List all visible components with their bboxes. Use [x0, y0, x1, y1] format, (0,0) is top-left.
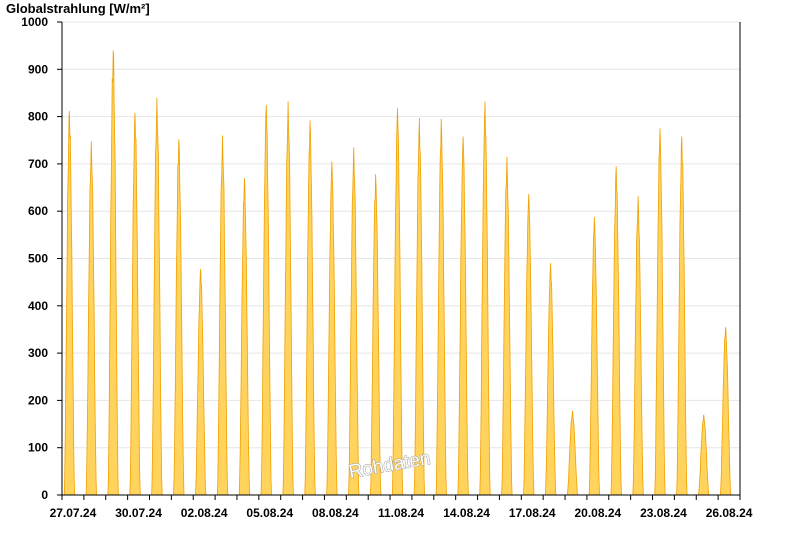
y-tick-label: 1000	[21, 15, 48, 29]
x-axis-ticks: 27.07.24 30.07.24 02.08.24 05.08.24 08.08.24…	[50, 495, 753, 520]
day-area-10.08.24	[369, 174, 382, 496]
day-area-22.08.24	[632, 196, 644, 496]
day-area-18.08.24	[544, 263, 557, 496]
day-area-28.07.24	[85, 141, 98, 496]
x-tick-label: 02.08.24	[181, 506, 228, 520]
day-area-04.08.24	[238, 178, 251, 496]
x-tick-label: 05.08.24	[246, 506, 293, 520]
day-area-15.08.24	[479, 101, 491, 496]
day-area-17.08.24	[523, 194, 535, 496]
day-area-06.08.24	[282, 101, 294, 496]
y-tick-label: 800	[28, 110, 48, 124]
y-tick-label: 600	[28, 204, 48, 218]
y-tick-label: 700	[28, 157, 48, 171]
day-area-14.08.24	[457, 136, 469, 496]
y-axis-ticks: 0 100 200 300 400 500 600 700 800 900 1000	[21, 15, 62, 502]
y-tick-label: 500	[28, 252, 48, 266]
day-area-13.08.24	[435, 118, 447, 496]
x-tick-label: 11.08.24	[378, 506, 424, 520]
day-area-11.08.24	[391, 108, 404, 496]
day-area-27.07.24	[63, 110, 76, 496]
x-tick-label: 30.07.24	[115, 506, 162, 520]
day-area-09.08.24	[348, 147, 360, 496]
day-area-12.08.24	[413, 117, 426, 496]
x-tick-label: 26.08.24	[706, 506, 753, 520]
x-tick-label: 17.08.24	[509, 506, 556, 520]
day-area-02.08.24	[194, 268, 207, 496]
y-tick-label: 200	[28, 393, 48, 407]
day-area-19.08.24	[566, 410, 579, 496]
day-area-03.08.24	[216, 135, 229, 496]
day-area-23.08.24	[654, 128, 666, 496]
day-area-26.08.24	[719, 327, 732, 496]
chart-svg: 0 100 200 300 400 500 600 700 800 900 1000 27.07.2…	[21, 15, 753, 520]
x-tick-label: 23.08.24	[640, 506, 687, 520]
x-tick-label: 08.08.24	[312, 506, 359, 520]
day-area-16.08.24	[501, 156, 513, 496]
y-tick-label: 0	[41, 488, 48, 502]
day-area-07.08.24	[304, 120, 316, 496]
y-tick-label: 300	[28, 346, 48, 360]
day-area-21.08.24	[610, 166, 622, 496]
day-area-24.08.24	[676, 136, 688, 496]
day-area-31.07.24	[151, 97, 163, 496]
x-tick-label: 14.08.24	[443, 506, 490, 520]
y-tick-label: 400	[28, 299, 48, 313]
x-tick-label: 27.07.24	[50, 506, 97, 520]
y-tick-label: 100	[28, 441, 48, 455]
y-tick-label: 900	[28, 62, 48, 76]
day-area-30.07.24	[129, 112, 141, 496]
x-tick-label: 20.08.24	[574, 506, 621, 520]
day-area-05.08.24	[260, 104, 272, 496]
day-area-01.08.24	[173, 139, 185, 496]
day-area-25.08.24	[697, 414, 710, 496]
